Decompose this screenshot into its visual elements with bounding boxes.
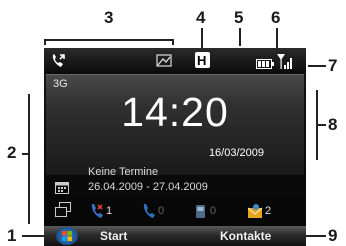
softkey-bar: Start Kontakte xyxy=(44,226,306,246)
callout-7: 7 xyxy=(328,56,338,75)
clock-date: 16/03/2009 xyxy=(208,147,264,159)
callout-6: 6 xyxy=(271,8,281,27)
leader-line-5 xyxy=(239,28,241,46)
callout-8: 8 xyxy=(328,115,338,134)
status-bar: H xyxy=(44,48,306,74)
clock-time: 14:20 xyxy=(121,89,229,135)
email-icon xyxy=(247,204,263,218)
windows-start-icon[interactable] xyxy=(56,227,78,245)
leader-line-2 xyxy=(28,94,30,224)
sms-icon xyxy=(196,205,205,218)
hsdpa-icon[interactable]: H xyxy=(195,52,210,68)
callout-9: 9 xyxy=(328,226,338,245)
callout-5: 5 xyxy=(234,8,244,27)
callout-1: 1 xyxy=(7,226,17,245)
message-status-icon[interactable] xyxy=(156,54,172,72)
leader-line-7 xyxy=(308,65,326,67)
voicemail[interactable]: 0 xyxy=(142,203,164,219)
leader-line-8-h xyxy=(316,124,326,126)
battery-icon[interactable] xyxy=(256,56,274,74)
appointment-range: 26.04.2009 - 27.04.2009 xyxy=(88,181,208,193)
leader-line-9 xyxy=(306,235,326,237)
callout-4: 4 xyxy=(196,8,206,27)
leader-line-6 xyxy=(276,28,278,48)
email[interactable]: 2 xyxy=(247,203,271,219)
missed-calls-count: 1 xyxy=(106,205,113,217)
appointment-title[interactable]: Keine Termine xyxy=(88,166,158,178)
sms[interactable]: 0 xyxy=(194,203,216,219)
leader-line-4 xyxy=(201,28,203,48)
clock-panel[interactable]: 3G 14:20 16/03/2009 xyxy=(46,74,304,175)
leader-line-3-drop-right xyxy=(172,39,174,45)
hsdpa-label: H xyxy=(197,53,207,68)
voicemail-icon xyxy=(143,204,155,218)
task-switcher-icon[interactable] xyxy=(55,202,71,218)
start-softkey[interactable]: Start xyxy=(100,229,127,243)
email-count: 2 xyxy=(265,205,272,217)
leader-line-3 xyxy=(44,39,174,41)
leader-line-3-drop-left xyxy=(44,39,46,45)
contacts-softkey[interactable]: Kontakte xyxy=(220,229,271,243)
calendar-icon[interactable] xyxy=(55,181,69,199)
leader-line-2-h xyxy=(22,153,30,155)
signal-strength-icon[interactable] xyxy=(276,52,294,75)
phone-forward-icon[interactable] xyxy=(50,53,66,74)
callout-3: 3 xyxy=(104,8,114,27)
missed-call-icon xyxy=(91,204,103,218)
voicemail-count: 0 xyxy=(158,205,165,217)
missed-calls[interactable]: 1 xyxy=(90,203,112,219)
leader-line-1 xyxy=(22,235,46,237)
phone-screen: H 3G 14:20 16/03/2009 Keine Termine 26.0… xyxy=(44,48,306,246)
callout-2: 2 xyxy=(7,143,17,162)
sms-count: 0 xyxy=(210,205,217,217)
